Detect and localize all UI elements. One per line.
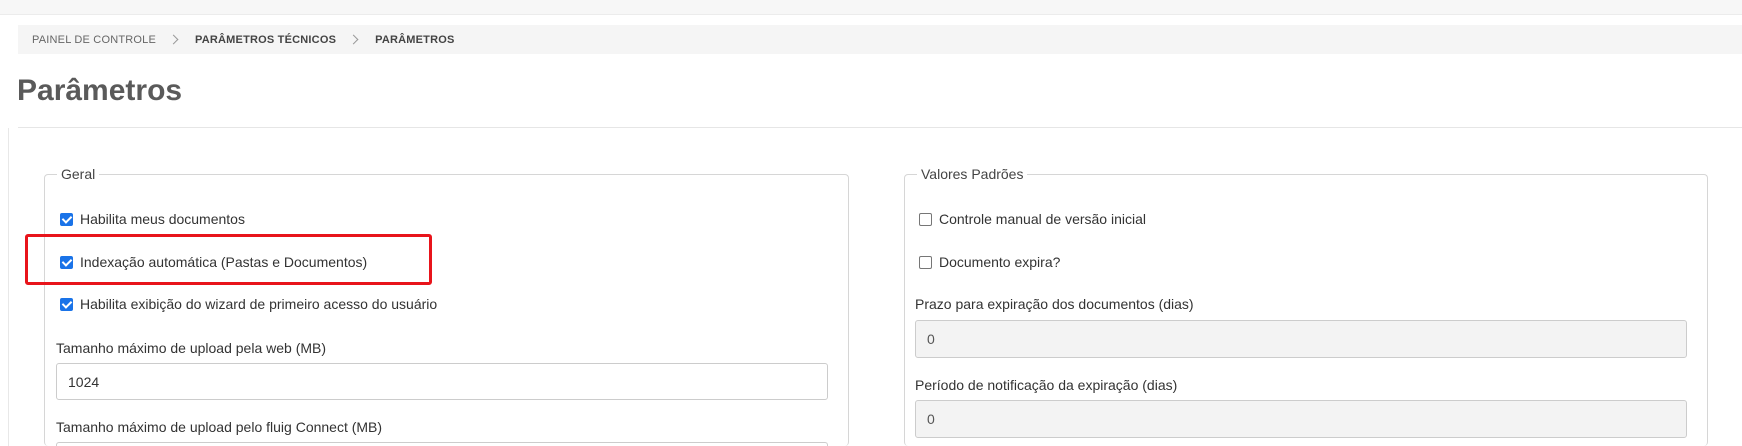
upload-connect-input[interactable] (56, 442, 828, 446)
controle-manual-versao-option[interactable]: Controle manual de versão inicial (919, 211, 1146, 227)
habilita-meus-documentos-option[interactable]: Habilita meus documentos (60, 211, 245, 227)
left-rail-divider (8, 128, 9, 446)
chevron-right-icon (168, 34, 179, 45)
controle-manual-versao-checkbox[interactable] (919, 212, 932, 226)
upload-web-label: Tamanho máximo de upload pela web (MB) (56, 340, 327, 356)
page-title: Parâmetros (17, 74, 183, 107)
periodo-notificacao-label: Período de notificação da expiração (dia… (915, 377, 1178, 393)
breadcrumb-item-parametros: PARÂMETROS (375, 33, 455, 46)
periodo-notificacao-input[interactable]: 0 (915, 400, 1687, 438)
habilita-wizard-label: Habilita exibição do wizard de primeiro … (80, 296, 438, 312)
controle-manual-versao-label: Controle manual de versão inicial (939, 211, 1146, 227)
documento-expira-label: Documento expira? (939, 254, 1061, 270)
upload-connect-label: Tamanho máximo de upload pelo fluig Conn… (56, 419, 383, 435)
top-bar (0, 0, 1742, 15)
breadcrumb-item-parametros-tecnicos[interactable]: PARÂMETROS TÉCNICOS (195, 34, 336, 46)
chevron-right-icon (348, 34, 359, 45)
upload-web-input[interactable]: 1024 (56, 363, 828, 400)
valores-padroes-legend: Valores Padrões (921, 166, 1024, 182)
documento-expira-checkbox[interactable] (919, 255, 932, 269)
prazo-expiracao-label: Prazo para expiração dos documentos (dia… (915, 296, 1194, 312)
title-divider (18, 127, 1742, 128)
breadcrumb: PAINEL DE CONTROLE PARÂMETROS TÉCNICOS P… (18, 25, 1742, 54)
geral-legend: Geral (61, 166, 96, 182)
documento-expira-option[interactable]: Documento expira? (919, 254, 1060, 270)
breadcrumb-item-painel-de-controle[interactable]: PAINEL DE CONTROLE (18, 34, 156, 46)
habilita-wizard-checkbox[interactable] (60, 297, 73, 311)
habilita-meus-documentos-label: Habilita meus documentos (80, 211, 245, 227)
indexacao-automatica-checkbox[interactable] (60, 255, 73, 269)
indexacao-automatica-option[interactable]: Indexação automática (Pastas e Documento… (60, 254, 367, 270)
indexacao-automatica-label: Indexação automática (Pastas e Documento… (80, 254, 368, 270)
prazo-expiracao-input[interactable]: 0 (915, 320, 1687, 358)
habilita-meus-documentos-checkbox[interactable] (60, 212, 73, 226)
habilita-wizard-option[interactable]: Habilita exibição do wizard de primeiro … (60, 296, 437, 312)
